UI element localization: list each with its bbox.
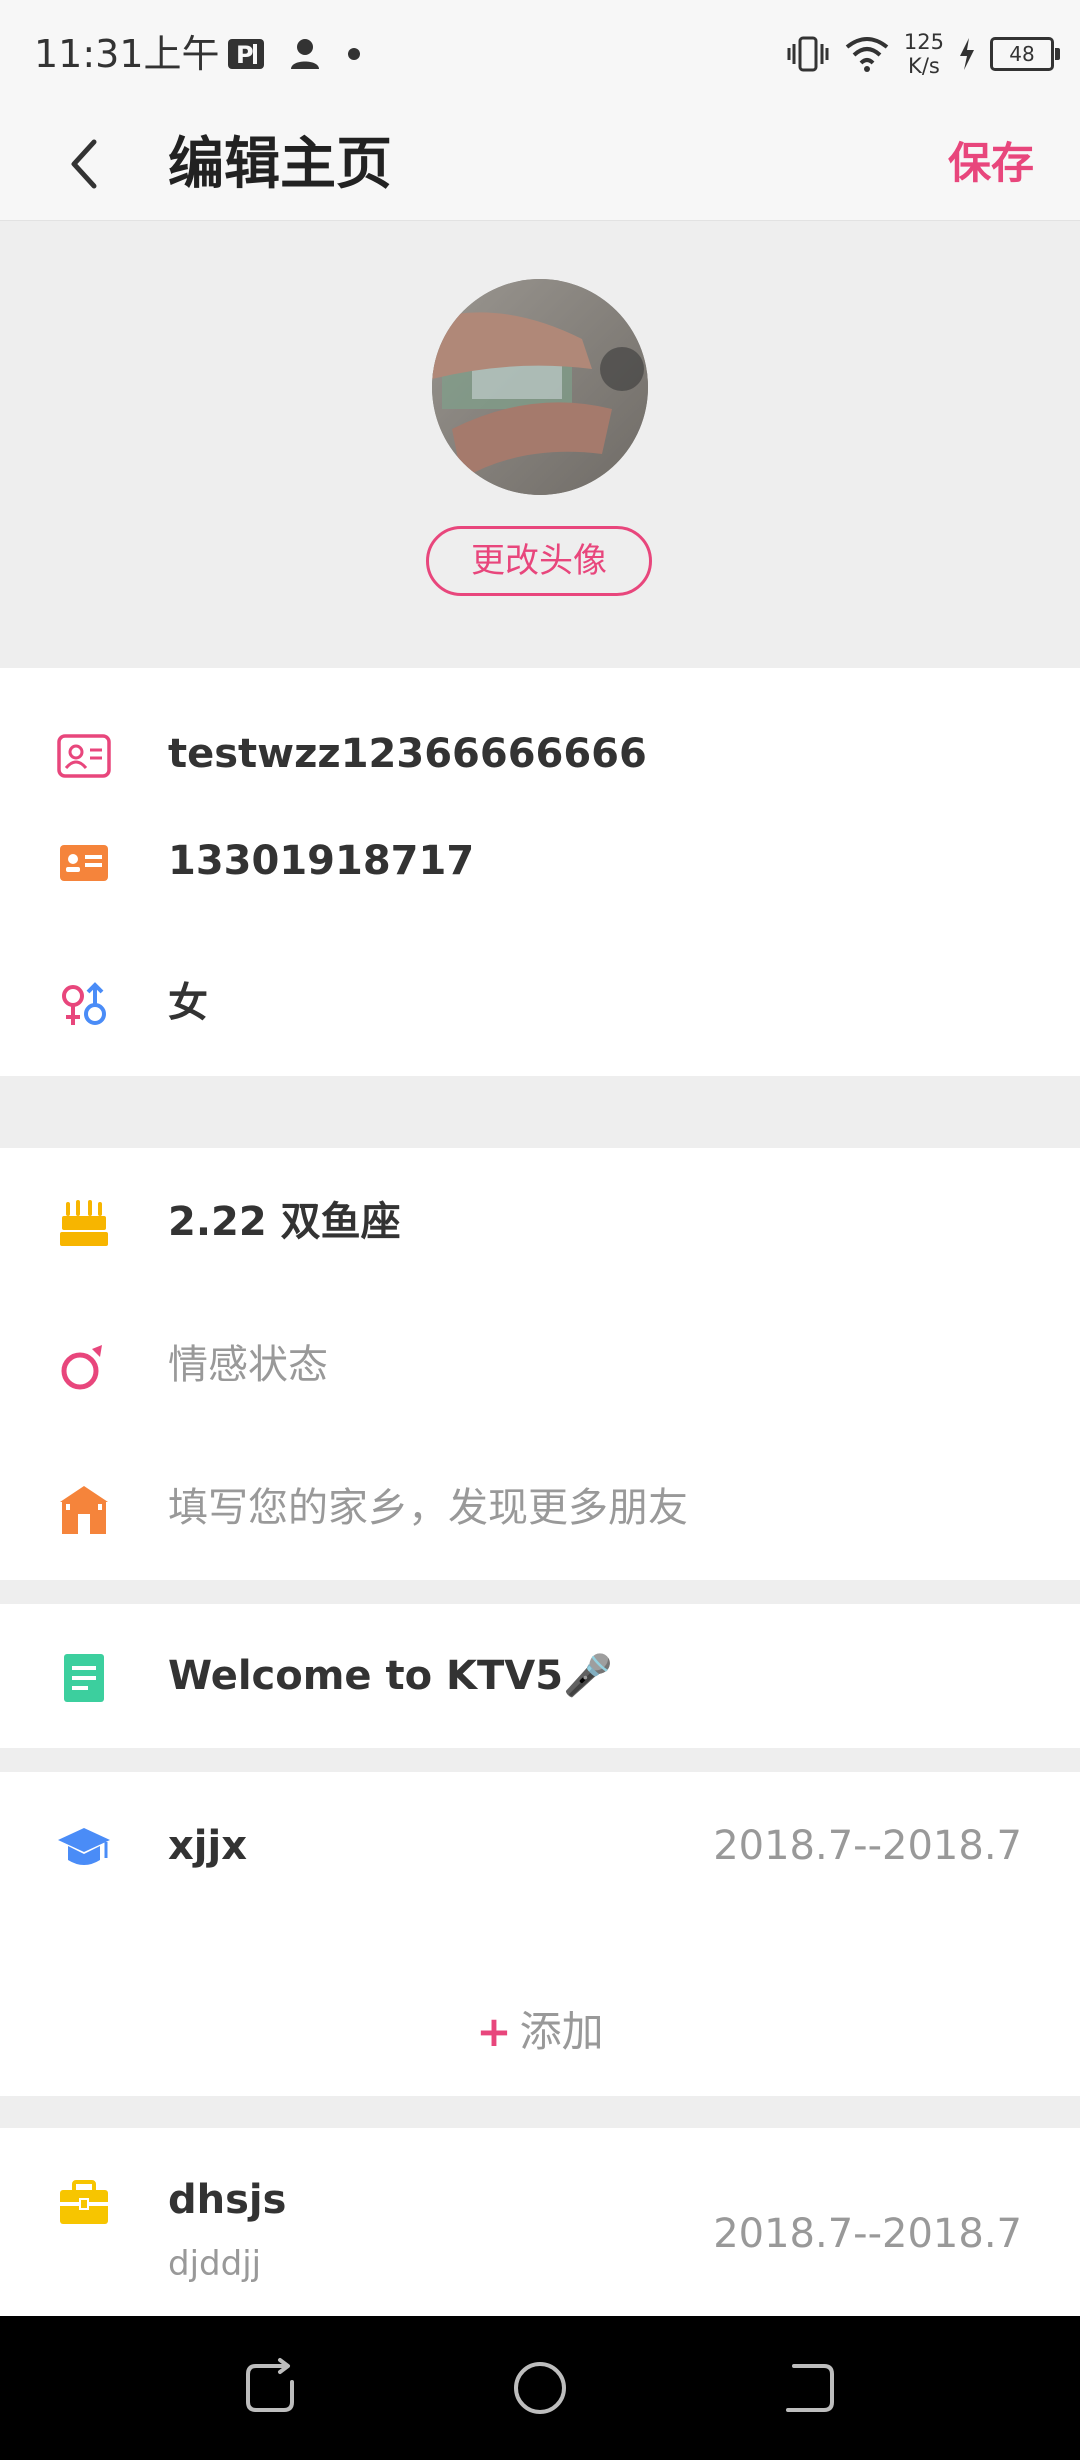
network-speed: 125 K/s	[904, 30, 944, 78]
back-arrow-icon[interactable]	[50, 126, 126, 202]
work-period-row: 2018.7--2018.7	[0, 2194, 1080, 2274]
basic-info-card: testwzz12366666666 13301918717 女	[0, 668, 1080, 1076]
hometown-house-icon	[60, 1486, 108, 1534]
education-row[interactable]: xjjx 2018.7--2018.7	[0, 1806, 1080, 1886]
relationship-ring-icon	[61, 1345, 102, 1390]
home-icon[interactable]	[504, 2352, 576, 2424]
signature-row[interactable]: Welcome to KTV5🎤	[0, 1636, 1080, 1716]
battery-indicator: 48	[990, 37, 1060, 71]
add-education-label: 添加	[519, 2007, 604, 2056]
add-plus-icon: +	[476, 2007, 512, 2056]
work-card: dhsjs djddjj 2018.7--2018.7	[0, 2128, 1080, 2316]
birthday-cake-icon	[60, 1200, 108, 1246]
graduation-cap-icon	[58, 1828, 110, 1865]
nickname-row[interactable]: testwzz12366666666	[0, 714, 1080, 794]
details-card: 2.22 双鱼座 情感状态 填写您的家乡，发现更多朋友	[0, 1148, 1080, 1580]
work-period: 2018.7--2018.7	[713, 2211, 1022, 2257]
top-nav-bar: 编辑主页 保存	[0, 108, 1080, 221]
gender-icon	[62, 982, 106, 1025]
birthday-row[interactable]: 2.22 双鱼座	[0, 1182, 1080, 1262]
contact-card-icon	[60, 845, 108, 881]
nickname-value: testwzz12366666666	[168, 731, 647, 777]
add-education-button[interactable]: + 添加	[0, 1992, 1080, 2072]
system-navigation-bar	[0, 2316, 1080, 2460]
phone-value: 13301918717	[168, 838, 475, 884]
status-bar: 11:31上午 P 125 K/s 48	[0, 0, 1080, 108]
phone-row[interactable]: 13301918717	[0, 821, 1080, 901]
gender-row[interactable]: 女	[0, 963, 1080, 1043]
avatar-section: 更改头像	[0, 221, 1080, 668]
notification-dot-icon	[348, 48, 360, 60]
back-icon[interactable]	[774, 2352, 846, 2424]
gender-value: 女	[168, 980, 208, 1026]
status-right-icons: 125 K/s 48	[786, 26, 1060, 82]
network-speed-value: 125	[903, 30, 944, 54]
relationship-row[interactable]: 情感状态	[0, 1325, 1080, 1405]
svg-text:P: P	[236, 41, 254, 69]
status-left-icons: P	[226, 32, 364, 76]
parking-app-icon: P	[228, 39, 264, 69]
status-time: 11:31上午	[34, 32, 220, 76]
avatar[interactable]	[432, 279, 648, 495]
recent-apps-icon[interactable]	[234, 2352, 306, 2424]
page-title: 编辑主页	[168, 132, 392, 197]
save-button[interactable]: 保存	[948, 136, 1034, 192]
id-card-icon	[57, 734, 111, 778]
change-avatar-button[interactable]: 更改头像	[426, 526, 652, 596]
wifi-icon	[845, 37, 889, 72]
relationship-placeholder: 情感状态	[168, 1342, 328, 1388]
school-name: xjjx	[168, 1823, 248, 1869]
signature-note-icon	[64, 1654, 104, 1702]
signature-card: Welcome to KTV5🎤	[0, 1604, 1080, 1748]
charging-bolt-icon	[960, 38, 974, 70]
person-icon	[291, 39, 319, 69]
education-period: 2018.7--2018.7	[713, 1823, 1022, 1869]
avatar-photo	[432, 279, 648, 495]
vibrate-icon	[787, 36, 829, 72]
hometown-row[interactable]: 填写您的家乡，发现更多朋友	[0, 1468, 1080, 1548]
birthday-value: 2.22 双鱼座	[168, 1199, 401, 1245]
education-card: xjjx 2018.7--2018.7 + 添加	[0, 1772, 1080, 2096]
hometown-placeholder: 填写您的家乡，发现更多朋友	[168, 1485, 688, 1531]
signature-value: Welcome to KTV5🎤	[168, 1653, 613, 1699]
network-speed-unit: K/s	[908, 54, 940, 78]
